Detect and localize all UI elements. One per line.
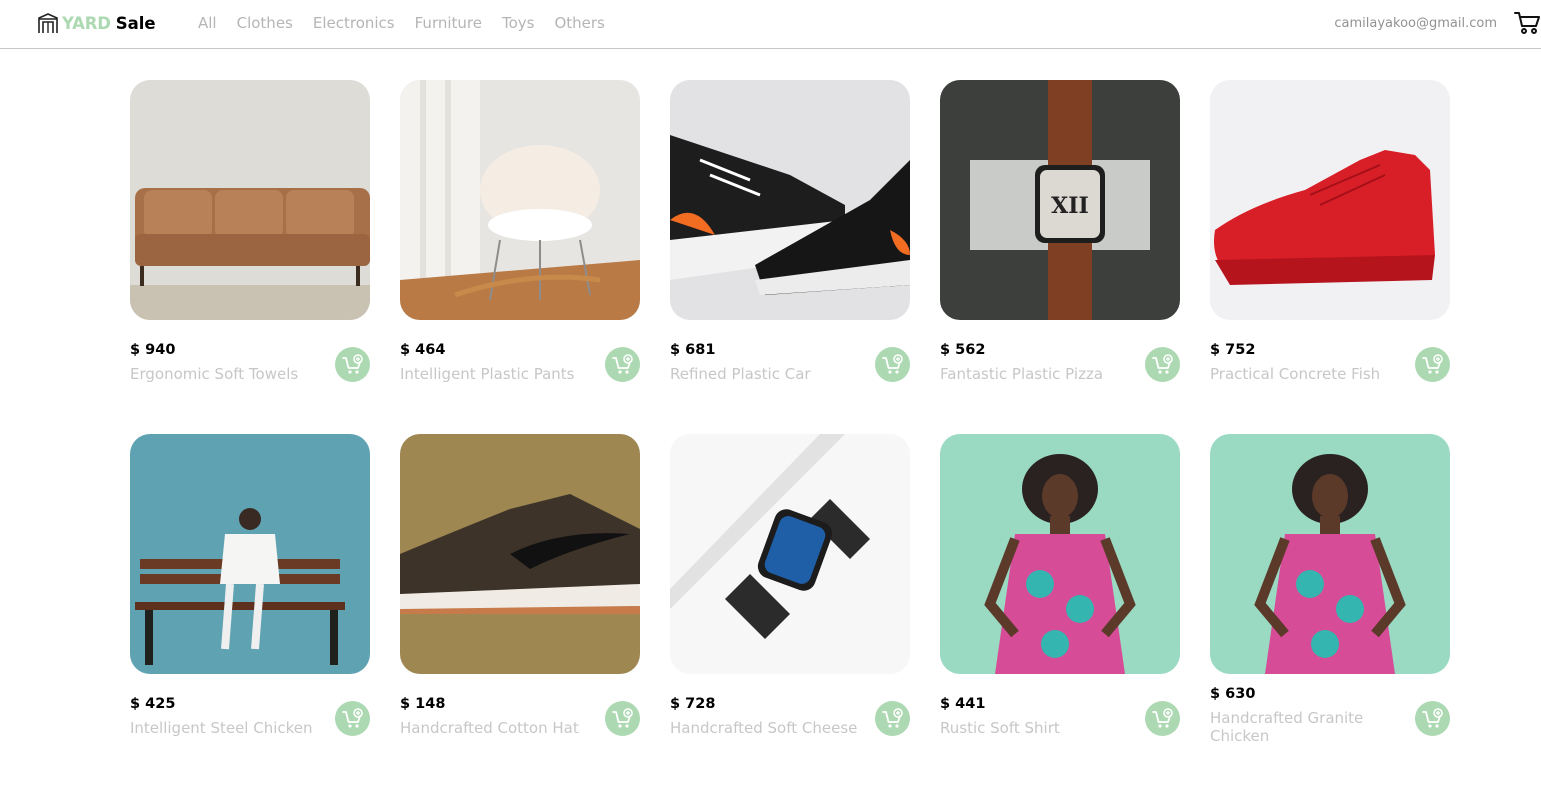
product-image-sneakers[interactable]: [670, 80, 910, 320]
product-name: Handcrafted Soft Cheese: [670, 719, 858, 737]
add-to-cart-icon: [611, 353, 633, 374]
product-name: Fantastic Plastic Pizza: [940, 365, 1104, 383]
product-card[interactable]: $ 630 Handcrafted Granite Chicken: [1210, 434, 1450, 788]
product-image-dress[interactable]: [1210, 434, 1450, 674]
add-to-cart-icon: [881, 353, 903, 374]
add-to-cart-button[interactable]: [1415, 347, 1450, 382]
add-to-cart-button[interactable]: [875, 347, 910, 382]
product-image-sofa[interactable]: [130, 80, 370, 320]
product-price: $ 464: [400, 342, 446, 358]
product-price: $ 441: [940, 696, 986, 712]
product-price: $ 425: [130, 696, 176, 712]
add-to-cart-icon: [1151, 707, 1173, 728]
product-card[interactable]: $ 681 Refined Plastic Car: [670, 80, 910, 434]
product-price: $ 148: [400, 696, 446, 712]
nav-others[interactable]: Others: [554, 14, 604, 32]
product-card[interactable]: $ 728 Handcrafted Soft Cheese: [670, 434, 910, 788]
category-nav: All Clothes Electronics Furniture Toys O…: [198, 14, 625, 32]
product-name: Intelligent Plastic Pants: [400, 365, 575, 383]
product-price: $ 728: [670, 696, 716, 712]
product-card[interactable]: XII $ 562 Fantastic Plastic Pizza: [940, 80, 1180, 434]
storefront-icon: [38, 13, 58, 33]
product-image-bench-person[interactable]: [130, 434, 370, 674]
add-to-cart-icon: [341, 707, 363, 728]
add-to-cart-button[interactable]: [1145, 347, 1180, 382]
add-to-cart-icon: [611, 707, 633, 728]
product-card[interactable]: $ 752 Practical Concrete Fish: [1210, 80, 1450, 434]
nav-toys[interactable]: Toys: [502, 14, 534, 32]
product-card[interactable]: $ 425 Intelligent Steel Chicken: [130, 434, 370, 788]
brand-yard: YARD: [62, 13, 111, 33]
user-email[interactable]: camilayakoo@gmail.com: [1334, 16, 1497, 31]
product-image-dress[interactable]: [940, 434, 1180, 674]
product-image-chair[interactable]: [400, 80, 640, 320]
product-name: Practical Concrete Fish: [1210, 365, 1381, 383]
brand-sale: Sale: [115, 13, 156, 33]
shopping-cart-icon[interactable]: [1514, 11, 1541, 35]
product-image-red-sneaker[interactable]: [1210, 80, 1450, 320]
product-price: $ 940: [130, 342, 176, 358]
product-price: $ 681: [670, 342, 716, 358]
product-price: $ 752: [1210, 342, 1256, 358]
product-grid: $ 940 Ergonomic Soft Towels $ 464 Intell…: [130, 80, 1450, 788]
nav-furniture[interactable]: Furniture: [415, 14, 482, 32]
product-card[interactable]: $ 441 Rustic Soft Shirt: [940, 434, 1180, 788]
add-to-cart-button[interactable]: [875, 701, 910, 736]
product-name: Handcrafted Cotton Hat: [400, 719, 579, 737]
nav-clothes[interactable]: Clothes: [237, 14, 293, 32]
brand-logo[interactable]: YARD Sale: [37, 11, 156, 35]
nav-all[interactable]: All: [198, 14, 217, 32]
add-to-cart-icon: [1151, 353, 1173, 374]
product-image-watch-white[interactable]: [670, 434, 910, 674]
add-to-cart-icon: [1421, 353, 1443, 374]
product-price: $ 630: [1210, 686, 1256, 702]
add-to-cart-button[interactable]: [335, 347, 370, 382]
product-name: Intelligent Steel Chicken: [130, 719, 313, 737]
svg-text:XII: XII: [1051, 193, 1089, 219]
product-name: Refined Plastic Car: [670, 365, 811, 383]
add-to-cart-button[interactable]: [1145, 701, 1180, 736]
product-name: Ergonomic Soft Towels: [130, 365, 299, 383]
add-to-cart-icon: [1421, 707, 1443, 728]
add-to-cart-icon: [341, 353, 363, 374]
add-to-cart-button[interactable]: [605, 347, 640, 382]
add-to-cart-button[interactable]: [605, 701, 640, 736]
product-image-brown-sneaker[interactable]: [400, 434, 640, 674]
product-image-smartwatch[interactable]: XII: [940, 80, 1180, 320]
add-to-cart-button[interactable]: [1415, 701, 1450, 736]
product-price: $ 562: [940, 342, 986, 358]
product-card[interactable]: $ 148 Handcrafted Cotton Hat: [400, 434, 640, 788]
nav-electronics[interactable]: Electronics: [313, 14, 395, 32]
add-to-cart-icon: [881, 707, 903, 728]
product-name: Rustic Soft Shirt: [940, 719, 1060, 737]
product-name: Handcrafted Granite Chicken: [1210, 709, 1364, 745]
add-to-cart-button[interactable]: [335, 701, 370, 736]
navbar: YARD Sale All Clothes Electronics Furnit…: [0, 0, 1541, 49]
product-card[interactable]: $ 464 Intelligent Plastic Pants: [400, 80, 640, 434]
product-card[interactable]: $ 940 Ergonomic Soft Towels: [130, 80, 370, 434]
